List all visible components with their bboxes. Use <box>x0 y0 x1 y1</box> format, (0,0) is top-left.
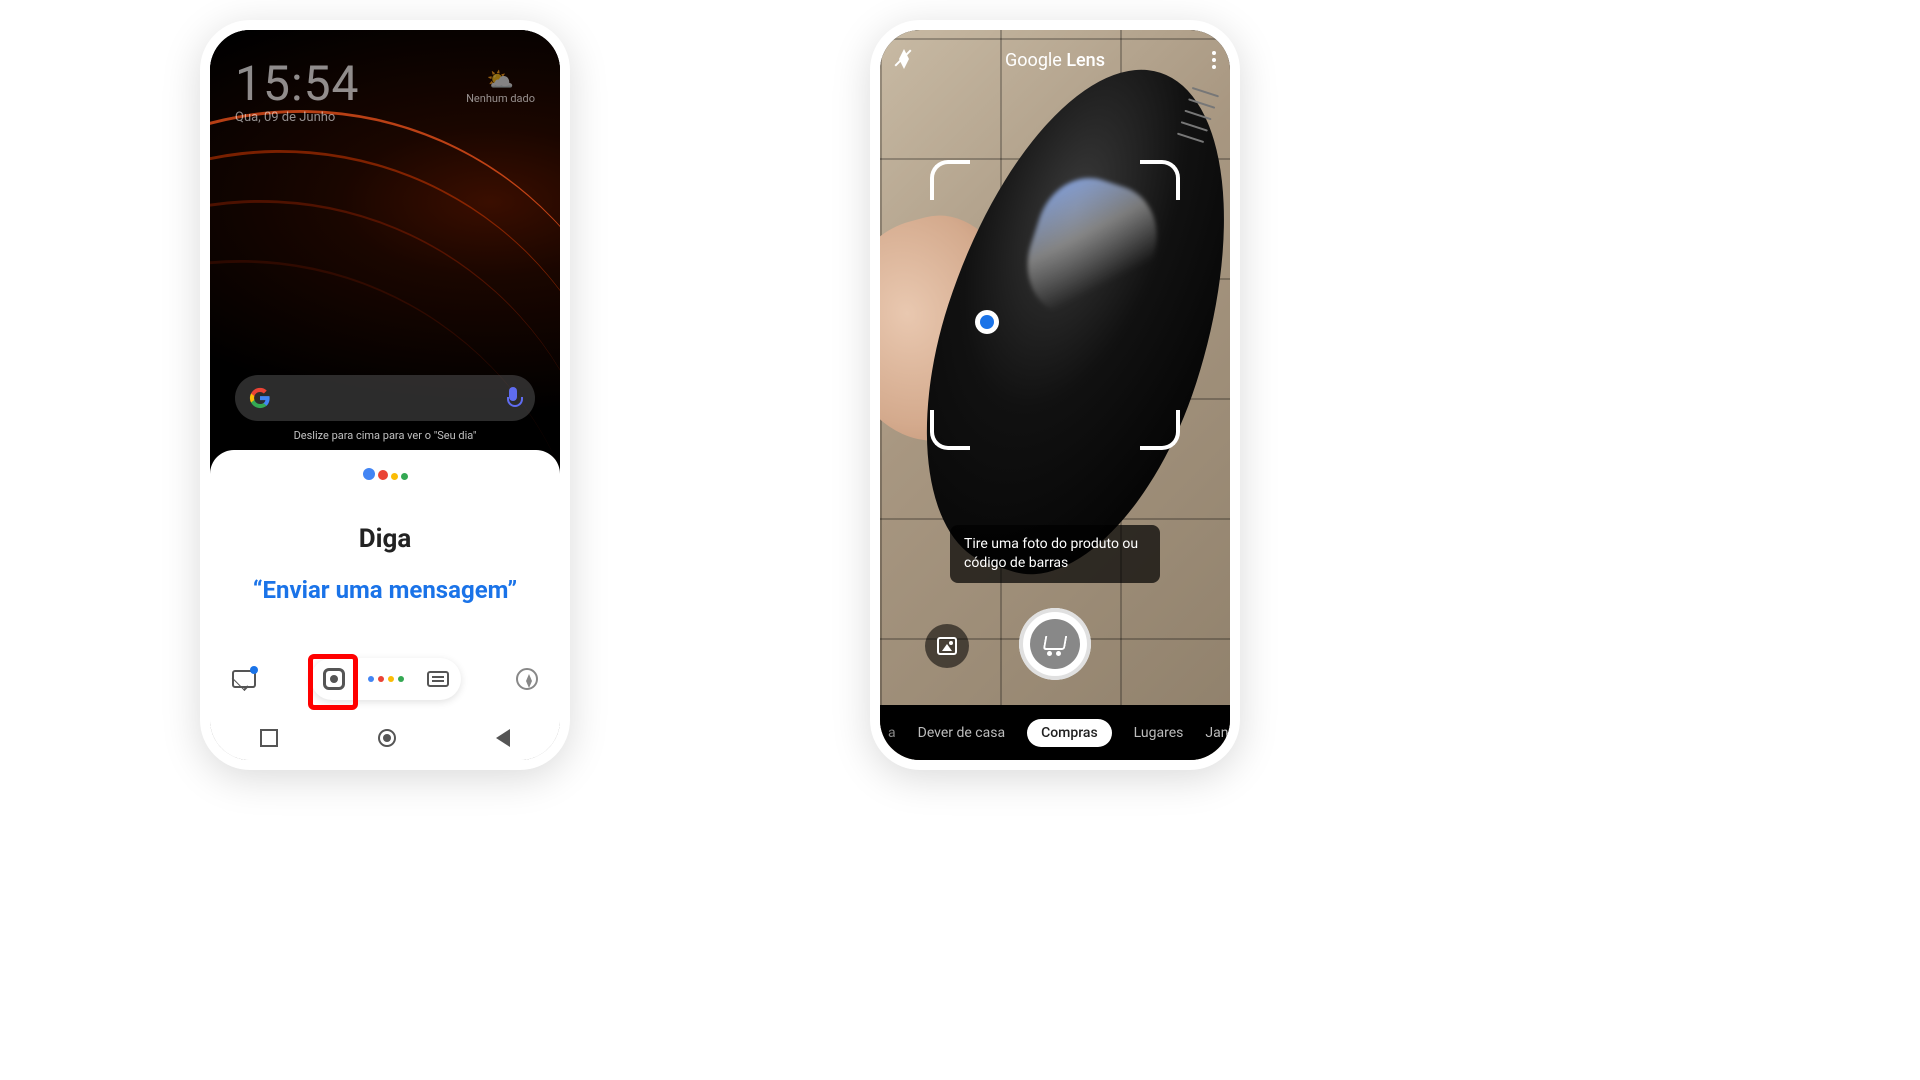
lens-focus-point[interactable] <box>975 310 999 334</box>
lens-mode-strip[interactable]: a Dever de casa Compras Lugares Jantar <box>880 705 1230 760</box>
lockscreen-clock: 15:54 Qua, 09 de Junho <box>235 55 360 125</box>
clock-date: Qua, 09 de Junho <box>235 110 360 125</box>
open-gallery-button[interactable] <box>925 624 969 668</box>
lens-top-bar: Google Lens <box>880 40 1230 80</box>
swipe-up-hint: Deslize para cima para ver o "Seu dia" <box>210 429 560 442</box>
weather-widget[interactable]: ⛅ Nenhum dado <box>466 70 535 105</box>
shutter-inner <box>1030 619 1080 669</box>
more-options-icon[interactable] <box>1212 51 1216 69</box>
assistant-action-row <box>210 656 560 702</box>
assistant-logo-icon <box>363 468 408 480</box>
keyboard-icon[interactable] <box>427 671 449 687</box>
flash-off-icon[interactable] <box>894 49 912 71</box>
assistant-say-label: Diga <box>210 524 560 554</box>
explore-icon[interactable] <box>516 668 538 690</box>
shopping-cart-icon <box>1044 634 1066 654</box>
nav-home-button[interactable] <box>378 729 396 747</box>
google-search-bar[interactable] <box>235 375 535 421</box>
nav-back-button[interactable] <box>496 729 510 747</box>
nav-recent-button[interactable] <box>260 729 278 747</box>
annotation-highlight-lens <box>308 654 358 710</box>
weather-icon: ⛅ <box>466 70 535 92</box>
google-logo-icon <box>249 387 271 409</box>
updates-icon[interactable] <box>232 670 256 688</box>
mode-item-homework[interactable]: Dever de casa <box>918 725 1005 741</box>
mode-item-shopping-active[interactable]: Compras <box>1027 719 1112 747</box>
phone-assistant: 15:54 Qua, 09 de Junho ⛅ Nenhum dado Des… <box>200 20 570 770</box>
lens-title: Google Lens <box>1005 50 1105 71</box>
assistant-listen-icon[interactable] <box>368 676 404 682</box>
assistant-example-text: “Enviar uma mensagem” <box>210 576 560 604</box>
mode-item-dining[interactable]: Jantar <box>1205 725 1230 741</box>
lens-camera-viewport[interactable]: Google Lens Tire uma foto do produto ou … <box>880 30 1230 760</box>
gallery-icon <box>937 637 957 655</box>
lens-hint-card: Tire uma foto do produto ou código de ba… <box>950 525 1160 583</box>
android-nav-bar <box>210 716 560 760</box>
lens-focus-frame <box>930 160 1180 450</box>
voice-search-icon[interactable] <box>505 387 521 409</box>
assistant-bottom-sheet: Diga “Enviar uma mensagem” <box>210 450 560 760</box>
home-wallpaper: 15:54 Qua, 09 de Junho ⛅ Nenhum dado Des… <box>210 30 560 460</box>
mode-item-truncated-left[interactable]: a <box>888 725 896 741</box>
phone-google-lens: Google Lens Tire uma foto do produto ou … <box>870 20 1240 770</box>
mode-item-places[interactable]: Lugares <box>1134 725 1184 741</box>
clock-time: 15:54 <box>235 55 360 112</box>
weather-label: Nenhum dado <box>466 92 535 105</box>
lens-shutter-button[interactable] <box>1019 608 1091 680</box>
